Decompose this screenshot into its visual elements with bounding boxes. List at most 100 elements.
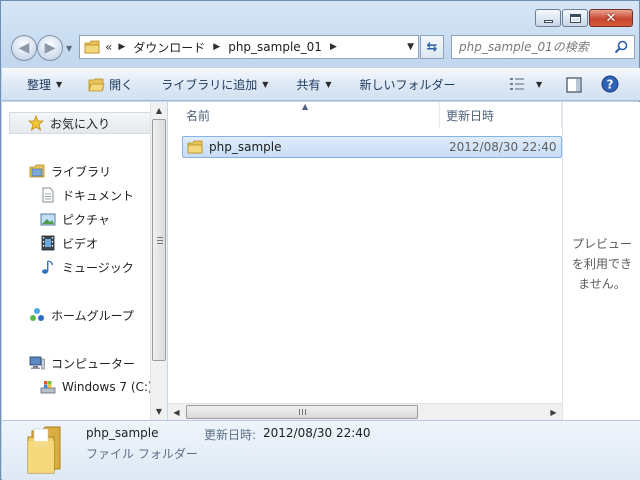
scroll-thumb[interactable] bbox=[152, 119, 166, 361]
organize-button[interactable]: 整理 ▼ bbox=[20, 73, 69, 97]
open-folder-icon bbox=[88, 78, 105, 91]
forward-arrow-icon: ▶ bbox=[44, 40, 56, 56]
chevron-up-icon: ▲ bbox=[155, 106, 163, 115]
homegroup-icon bbox=[30, 308, 44, 321]
column-header-name[interactable]: ▲ 名前 bbox=[168, 102, 440, 128]
back-arrow-icon: ◀ bbox=[18, 40, 30, 56]
details-date-value: 2012/08/30 22:40 bbox=[263, 426, 371, 440]
back-button[interactable]: ◀ bbox=[11, 35, 37, 61]
navigation-bar: ◀ ▶ ▼ « ▶ ダウンロード ▶ php_sample_01 ▶ ▼ ⇆ bbox=[9, 34, 635, 61]
nav-item-label: ビデオ bbox=[62, 236, 99, 251]
filelist-horizontal-scrollbar[interactable]: ◀ ▶ bbox=[168, 403, 562, 420]
music-note-icon bbox=[42, 260, 54, 274]
scroll-right-button[interactable]: ▶ bbox=[545, 404, 562, 421]
maximize-icon bbox=[569, 13, 581, 23]
preview-pane-button[interactable] bbox=[566, 77, 582, 96]
new-folder-button[interactable]: 新しいフォルダー bbox=[353, 73, 463, 97]
nav-item-homegroup[interactable]: ホームグループ bbox=[29, 304, 134, 326]
column-header: ▲ 名前 更新日時 bbox=[168, 102, 562, 128]
star-icon bbox=[28, 115, 44, 131]
breadcrumb-separator-icon[interactable]: ▶ bbox=[330, 42, 337, 52]
minimize-icon bbox=[543, 19, 553, 23]
chevron-down-icon: ▼ bbox=[325, 80, 332, 89]
minimize-button[interactable] bbox=[535, 9, 561, 27]
details-date-label: 更新日時: bbox=[204, 428, 257, 442]
navigation-pane: お気に入り ライブラリ ドキュメント ピクチャ ビデオ ミュージック ホームグル… bbox=[2, 102, 167, 420]
scroll-left-button[interactable]: ◀ bbox=[168, 404, 185, 421]
caption-buttons: ✕ bbox=[534, 9, 633, 27]
close-button[interactable]: ✕ bbox=[589, 9, 633, 27]
view-details-icon bbox=[510, 78, 524, 90]
refresh-button[interactable]: ⇆ bbox=[420, 35, 444, 59]
breadcrumb-downloads[interactable]: ダウンロード bbox=[133, 39, 205, 56]
address-history-dropdown-icon[interactable]: ▼ bbox=[407, 42, 414, 52]
document-icon bbox=[42, 187, 54, 203]
video-icon bbox=[41, 235, 55, 251]
view-options-dropdown-icon[interactable]: ▼ bbox=[536, 80, 542, 89]
preview-unavailable-text: プレビュー を利用でき ません。 bbox=[571, 237, 632, 291]
address-bar[interactable]: « ▶ ダウンロード ▶ php_sample_01 ▶ ▼ bbox=[79, 35, 419, 59]
nav-item-label: ライブラリ bbox=[51, 164, 112, 179]
chevron-down-icon: ▼ bbox=[155, 407, 163, 416]
breadcrumb-php-sample-01[interactable]: php_sample_01 bbox=[228, 40, 322, 54]
nav-item-videos[interactable]: ビデオ bbox=[40, 232, 98, 254]
svg-text:?: ? bbox=[607, 78, 614, 92]
maximize-button[interactable] bbox=[562, 9, 588, 27]
chevron-left-icon: ◀ bbox=[173, 408, 180, 417]
preview-pane: プレビュー を利用でき ません。 bbox=[562, 102, 640, 420]
breadcrumb-separator-icon[interactable]: ▶ bbox=[118, 42, 125, 52]
share-label: 共有 bbox=[296, 78, 321, 92]
scroll-up-button[interactable]: ▲ bbox=[151, 102, 167, 119]
help-button[interactable]: ? bbox=[601, 75, 619, 96]
nav-item-label: コンピューター bbox=[51, 356, 136, 371]
details-file-type: ファイル フォルダー bbox=[86, 447, 198, 461]
command-bar: 整理 ▼ 開く ライブラリに追加 ▼ 共有 ▼ 新しいフォルダー ▼ ? bbox=[2, 68, 640, 101]
nav-item-documents[interactable]: ドキュメント bbox=[40, 184, 134, 206]
library-icon bbox=[29, 164, 45, 178]
preview-pane-icon bbox=[566, 77, 582, 93]
nav-item-computer[interactable]: コンピューター bbox=[29, 352, 135, 374]
folder-icon bbox=[84, 40, 100, 54]
share-button[interactable]: 共有 ▼ bbox=[289, 73, 338, 97]
refresh-icon: ⇆ bbox=[426, 39, 438, 55]
change-view-button[interactable] bbox=[509, 77, 525, 94]
search-box[interactable] bbox=[451, 35, 635, 59]
nav-item-pictures[interactable]: ピクチャ bbox=[40, 208, 110, 230]
address-overflow-chevron[interactable]: « bbox=[105, 40, 112, 54]
nav-item-label: Windows 7 (C:) bbox=[62, 380, 153, 394]
scroll-down-button[interactable]: ▼ bbox=[151, 403, 167, 420]
scroll-thumb[interactable] bbox=[186, 405, 418, 419]
sort-ascending-icon: ▲ bbox=[302, 102, 309, 111]
nav-item-music[interactable]: ミュージック bbox=[40, 256, 134, 278]
close-icon: ✕ bbox=[605, 10, 617, 26]
table-row[interactable]: php_sample 2012/08/30 22:40 bbox=[182, 136, 562, 158]
picture-icon bbox=[40, 213, 56, 226]
chevron-right-icon: ▶ bbox=[550, 408, 557, 417]
nav-item-libraries[interactable]: ライブラリ bbox=[29, 160, 111, 182]
breadcrumb-separator-icon[interactable]: ▶ bbox=[213, 42, 220, 52]
open-label: 開く bbox=[109, 78, 134, 92]
new-folder-label: 新しいフォルダー bbox=[359, 78, 456, 92]
nav-item-label: ホームグループ bbox=[51, 308, 134, 323]
open-button[interactable]: 開く bbox=[81, 73, 140, 97]
column-header-label: 名前 bbox=[186, 108, 211, 123]
organize-label: 整理 bbox=[27, 78, 52, 92]
nav-item-drive-c[interactable]: Windows 7 (C:) bbox=[40, 376, 153, 398]
search-icon[interactable] bbox=[614, 40, 628, 54]
navpane-vertical-scrollbar[interactable]: ▲ ▼ bbox=[150, 102, 167, 420]
nav-item-label: お気に入り bbox=[50, 116, 111, 131]
forward-button[interactable]: ▶ bbox=[37, 35, 63, 61]
folder-icon bbox=[27, 426, 61, 474]
recent-pages-dropdown[interactable]: ▼ bbox=[66, 44, 72, 53]
explorer-window: ✕ ◀ ▶ ▼ « ▶ ダウンロード ▶ php_sample_01 ▶ ▼ ⇆ bbox=[0, 0, 640, 480]
search-input[interactable] bbox=[459, 40, 609, 54]
column-header-label: 更新日時 bbox=[446, 108, 495, 123]
chevron-down-icon: ▼ bbox=[262, 80, 269, 89]
nav-item-label: ピクチャ bbox=[62, 212, 110, 227]
nav-item-favorites[interactable]: お気に入り bbox=[9, 112, 152, 134]
column-header-modified[interactable]: 更新日時 bbox=[440, 102, 562, 128]
folder-icon bbox=[187, 140, 203, 154]
chevron-down-icon: ▼ bbox=[56, 80, 63, 89]
nav-item-label: ミュージック bbox=[62, 260, 134, 275]
add-to-library-button[interactable]: ライブラリに追加 ▼ bbox=[154, 73, 275, 97]
